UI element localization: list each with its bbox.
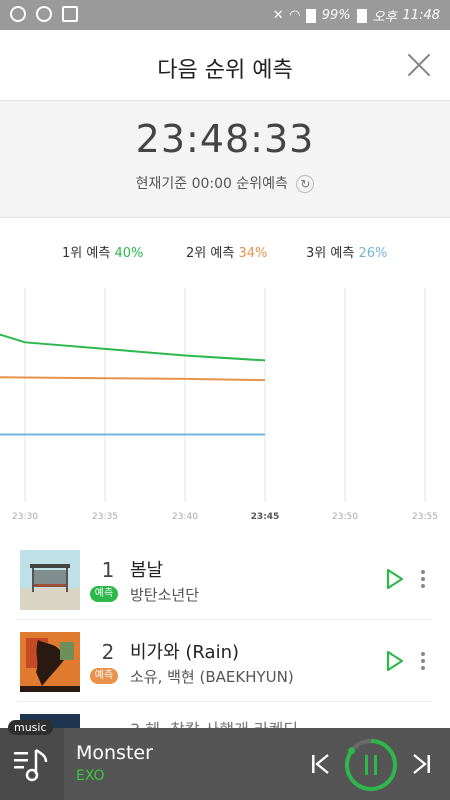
player-artist: EXO bbox=[76, 768, 105, 784]
basis-line: 현재기준 00:00 순위예측 ↻ bbox=[0, 173, 450, 193]
legend-value: 26% bbox=[358, 246, 388, 261]
more-options-icon[interactable] bbox=[418, 570, 428, 592]
legend-label: 1위 예측 bbox=[62, 246, 111, 261]
next-track-icon[interactable] bbox=[410, 752, 432, 776]
album-cover[interactable] bbox=[20, 632, 80, 692]
clipboard-icon bbox=[62, 6, 78, 22]
prediction-badge: 예측 bbox=[90, 586, 118, 602]
prediction-badge: 예측 bbox=[90, 668, 118, 684]
legend-item-1: 1위 예측 40% bbox=[62, 242, 143, 261]
wifi-icon: ◠ bbox=[289, 8, 300, 23]
song-title: 봄날 bbox=[130, 560, 164, 581]
series-line-2 bbox=[0, 376, 266, 382]
song-row[interactable]: 2 예측 비가와 (Rain) 소유, 백현 (BAEKHYUN) bbox=[18, 622, 432, 702]
x-tick-label: 23:50 bbox=[332, 512, 358, 522]
legend-item-2: 2위 예측 34% bbox=[186, 242, 267, 261]
song-artist: 소유, 백현 (BAEKHYUN) bbox=[130, 668, 294, 686]
mini-player[interactable]: music Monster EXO bbox=[0, 720, 450, 800]
chart-legend: 1위 예측 40% 2위 예측 34% 3위 예측 26% bbox=[0, 242, 450, 262]
x-tick-label: 23:30 bbox=[12, 512, 38, 522]
song-rank: 1 bbox=[101, 558, 115, 582]
x-tick-label: 23:55 bbox=[412, 512, 438, 522]
play-icon[interactable] bbox=[386, 568, 404, 590]
player-art[interactable] bbox=[0, 728, 64, 800]
song-rank: 2 bbox=[101, 640, 115, 664]
previous-track-icon[interactable] bbox=[310, 752, 332, 776]
refresh-icon[interactable]: ↻ bbox=[296, 175, 315, 193]
page-title: 다음 순위 예측 bbox=[157, 58, 293, 83]
legend-value: 34% bbox=[238, 246, 268, 261]
legend-label: 2위 예측 bbox=[186, 246, 235, 261]
app-notification-icon bbox=[10, 6, 26, 22]
song-artist: 방탄소년단 bbox=[130, 586, 200, 604]
close-icon[interactable] bbox=[404, 50, 434, 80]
more-options-icon[interactable] bbox=[418, 652, 428, 674]
play-icon[interactable] bbox=[386, 650, 404, 672]
mute-icon: ✕ bbox=[272, 8, 284, 23]
status-ampm: 오후 bbox=[372, 10, 397, 25]
battery-icon bbox=[356, 8, 367, 23]
legend-item-3: 3위 예측 26% bbox=[306, 242, 387, 261]
status-time: 11:48 bbox=[402, 8, 440, 23]
countdown-time: 23:48:33 bbox=[135, 117, 315, 161]
legend-value: 40% bbox=[114, 246, 144, 261]
pause-icon bbox=[365, 755, 368, 775]
pause-button[interactable] bbox=[343, 737, 399, 793]
basis-text: 현재기준 00:00 순위예측 bbox=[135, 176, 288, 192]
album-cover[interactable] bbox=[20, 550, 80, 610]
series-line-1 bbox=[0, 333, 266, 362]
prediction-chart: 23:30 23:35 23:40 23:45 23:50 23:55 bbox=[0, 280, 450, 530]
status-bar: ✕ ◠ 99% 오후 11:48 bbox=[0, 0, 450, 30]
player-title: Monster bbox=[76, 742, 153, 764]
song-row[interactable]: 1 예측 봄날 방탄소년단 bbox=[18, 540, 432, 620]
signal-icon bbox=[305, 8, 316, 23]
battery-percent: 99% bbox=[321, 8, 351, 23]
music-note-icon bbox=[14, 748, 48, 782]
song-title: 비가와 (Rain) bbox=[130, 642, 239, 663]
legend-label: 3위 예측 bbox=[306, 246, 355, 261]
music-notification-icon bbox=[36, 6, 52, 22]
prediction-chart-svg: 23:30 23:35 23:40 23:45 23:50 23:55 bbox=[0, 288, 438, 522]
header: 다음 순위 예측 bbox=[0, 30, 450, 100]
x-tick-label: 23:45 bbox=[251, 512, 280, 522]
x-tick-label: 23:40 bbox=[172, 512, 198, 522]
x-tick-label: 23:35 bbox=[92, 512, 118, 522]
countdown-panel: 23:48:33 현재기준 00:00 순위예측 ↻ bbox=[0, 100, 450, 218]
playback-progress-dot bbox=[348, 747, 356, 755]
music-tag: music bbox=[8, 720, 53, 735]
